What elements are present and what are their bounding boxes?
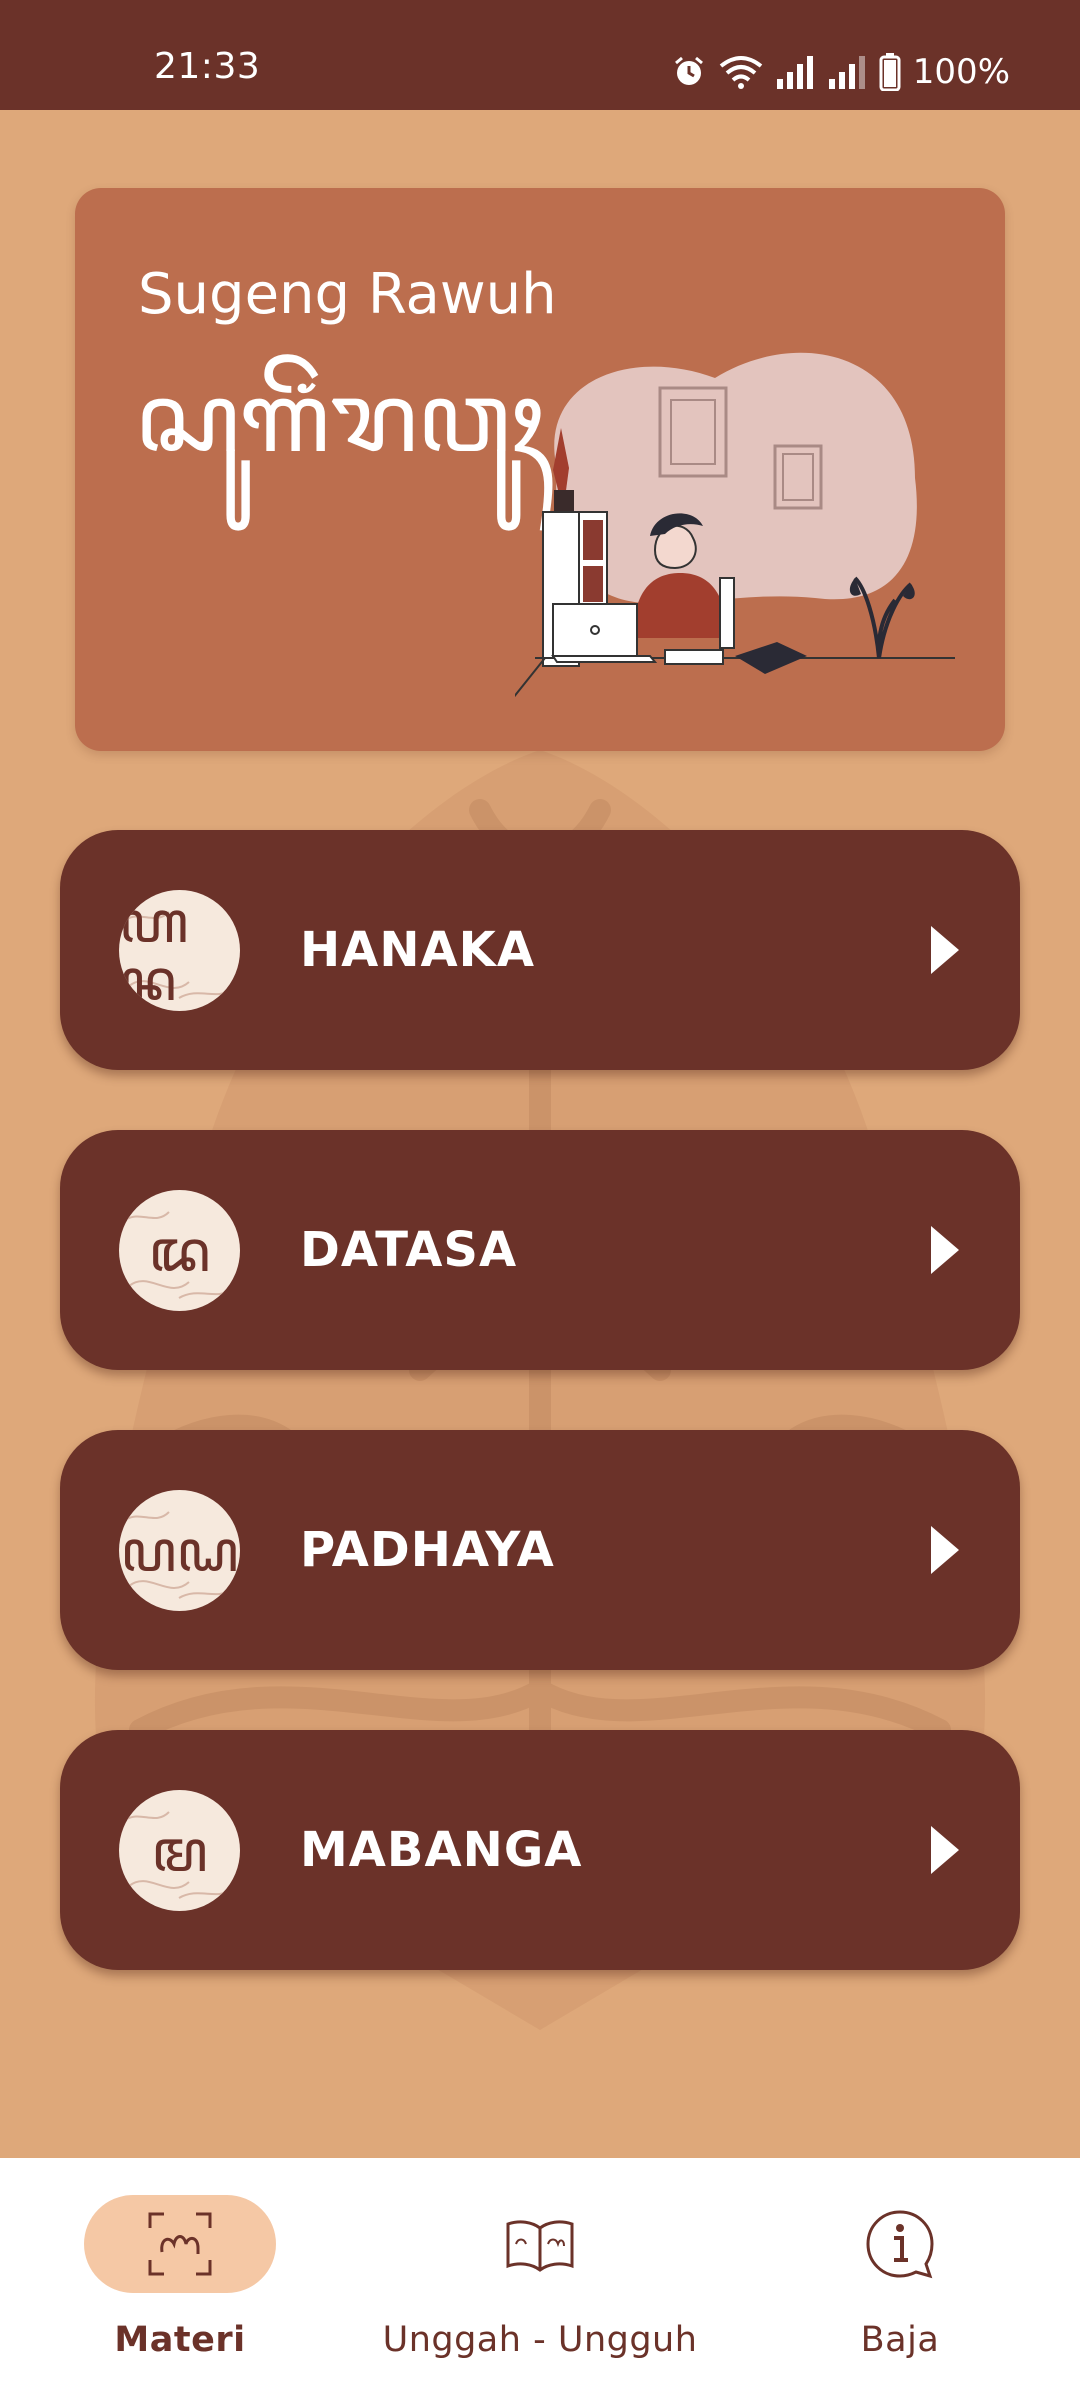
battery-percentage: 100% [912,52,1010,92]
lesson-glyph-avatar: ꦢ [119,1190,240,1311]
lesson-button-mabanga[interactable]: ꦩ MABANGA [60,1730,1020,1970]
javanese-glyph: ꦲꦤ [119,890,189,1011]
nav-item-baja[interactable]: Baja [780,2158,1020,2400]
javanese-glyph: ꦥꦝ [120,1516,239,1585]
chevron-right-icon [931,1826,959,1874]
lesson-label: MABANGA [300,1822,583,1878]
status-bar: 21:33 100% [0,0,1080,110]
chevron-right-icon [931,1526,959,1574]
student-studying-illustration [515,352,955,698]
lesson-button-hanaka[interactable]: ꦲꦤ HANAKA [60,830,1020,1070]
greeting-title: Sugeng Rawuh [138,262,557,327]
alarm-icon [674,56,703,85]
wifi-icon [719,56,763,89]
chevron-right-icon [931,1226,959,1274]
nav-item-materi[interactable]: Materi [60,2158,300,2400]
battery-icon [879,53,901,91]
greeting-javanese-script: ꦱꦸꦒꦼꦁꦫꦮꦸꦃ [135,362,545,474]
open-book-icon [506,2220,574,2272]
status-time: 21:33 [154,46,261,87]
greeting-card: Sugeng Rawuh ꦱꦸꦒꦼꦁꦫꦮꦸꦃ [75,188,1005,751]
lesson-button-padhaya[interactable]: ꦥꦝ PADHAYA [60,1430,1020,1670]
nav-item-unggah-ungguh[interactable]: Unggah - Ungguh [370,2158,710,2400]
javanese-glyph: ꦢ [148,1216,211,1285]
lesson-label: PADHAYA [300,1522,555,1578]
lesson-glyph-avatar: ꦥꦝ [119,1490,240,1611]
signal-icon [828,56,865,89]
lesson-glyph-avatar: ꦩ [119,1790,240,1911]
nav-label: Baja [860,2320,940,2360]
app-screen: 21:33 100% Sugeng Rawuh ꦱꦸꦒꦼꦁꦫꦮꦸꦃ ꦲꦤ HAN… [0,0,1080,2400]
info-icon [866,2210,934,2279]
status-icons: 100% [671,48,1010,96]
bottom-navigation: Materi Unggah - Ungguh Baja [0,2158,1080,2400]
chevron-right-icon [931,926,959,974]
signal-icon [776,56,813,89]
scan-script-icon [148,2212,212,2276]
lesson-label: HANAKA [300,922,535,978]
lesson-label: DATASA [300,1222,518,1278]
nav-label: Unggah - Ungguh [382,2320,698,2360]
javanese-glyph: ꦩ [151,1816,208,1885]
lesson-button-datasa[interactable]: ꦢ DATASA [60,1130,1020,1370]
lesson-glyph-avatar: ꦲꦤ [119,890,240,1011]
nav-label: Materi [114,2320,246,2360]
